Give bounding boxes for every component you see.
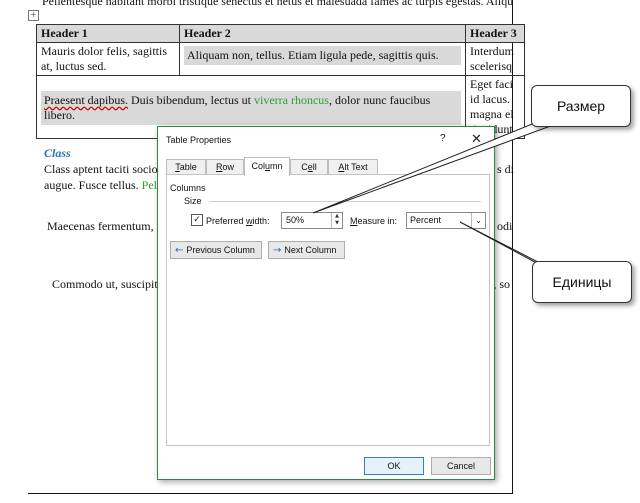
units-callout: Единицы [532,261,632,303]
size-callout-pointer [312,117,558,214]
units-callout-pointer [459,221,547,269]
callout-lines [312,117,558,269]
units-callout-wedge [459,221,547,269]
size-callout: Размер [531,85,631,127]
tab-column[interactable]: Column [244,157,290,176]
size-callout-wedge [312,117,558,214]
